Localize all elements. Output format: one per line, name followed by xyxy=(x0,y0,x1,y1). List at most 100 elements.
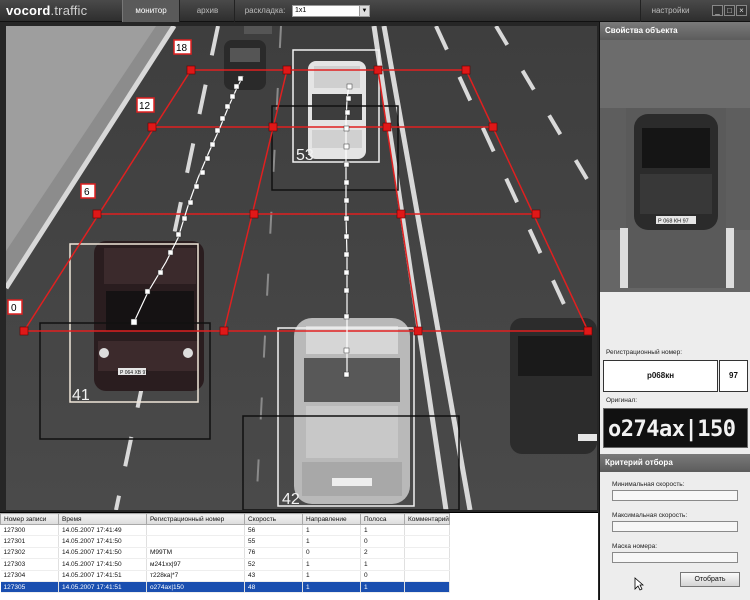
cell-lane: 1 xyxy=(360,524,405,537)
cell-time: 14.05.2007 17:41:50 xyxy=(58,558,147,571)
cell-time: 14.05.2007 17:41:51 xyxy=(58,570,147,582)
thumbnail-image: Р 068 КН 97 xyxy=(620,108,734,288)
video-frame: Р 064 ХВ 97 41 53 42 0 6 12 18 xyxy=(6,26,597,510)
cell-record-number: 127305 xyxy=(0,581,59,594)
original-label: Оригинал: xyxy=(606,397,638,404)
layout-label: раскладка: xyxy=(244,6,286,15)
cell-time: 14.05.2007 17:41:49 xyxy=(58,524,147,537)
cell-comment xyxy=(404,570,450,582)
tab-archive[interactable]: архив xyxy=(181,0,235,22)
table-row-selected[interactable]: 127305 14.05.2007 17:41:51 о274ах|150 48 1 1 xyxy=(0,581,450,594)
car-white-van xyxy=(308,61,366,159)
top-bar: vocord.traffic монитор архив раскладка: … xyxy=(0,0,750,22)
cell-direction: 0 xyxy=(302,547,361,560)
min-speed-input[interactable] xyxy=(612,490,738,501)
col-speed[interactable]: Скорость xyxy=(244,513,303,525)
cell-lane: 0 xyxy=(360,570,405,582)
cell-direction: 1 xyxy=(302,558,361,571)
col-comment[interactable]: Комментарий xyxy=(404,513,450,525)
table-row[interactable]: 127300 14.05.2007 17:41:49 56 1 1 xyxy=(0,524,450,537)
cell-speed: 56 xyxy=(244,524,303,537)
cell-regnum: о274ах|150 xyxy=(146,581,245,594)
cell-record-number: 127303 xyxy=(0,558,59,571)
cell-direction: 1 xyxy=(302,581,361,594)
thumb-plate-text: Р 068 КН 97 xyxy=(658,219,689,225)
cell-lane: 0 xyxy=(360,535,405,548)
cell-lane: 1 xyxy=(360,581,405,594)
car-dark-suv: Р 064 ХВ 97 xyxy=(94,241,204,391)
distance-mark-6: 6 xyxy=(84,187,90,198)
cell-regnum: М99ТМ xyxy=(146,547,245,560)
car-top-left xyxy=(224,40,266,90)
logo-part1: vocord xyxy=(6,3,51,18)
cell-lane: 1 xyxy=(360,558,405,571)
col-direction[interactable]: Направление xyxy=(302,513,361,525)
cell-regnum: м241хх|97 xyxy=(146,558,245,571)
table-row[interactable]: 127302 14.05.2007 17:41:50 М99ТМ 76 0 2 xyxy=(0,547,450,560)
close-button[interactable]: × xyxy=(736,5,747,16)
layout-select[interactable]: 1x1 ▼ xyxy=(292,5,370,17)
cell-comment xyxy=(404,558,450,571)
plate-mask-input[interactable] xyxy=(612,552,738,563)
regnum-label: Регистрационный номер: xyxy=(606,349,683,356)
camera-video-view[interactable]: Р 064 ХВ 97 41 53 42 0 6 12 18 xyxy=(6,26,597,510)
cell-regnum xyxy=(146,524,245,537)
original-plate-text: о274ах|150 xyxy=(608,417,736,442)
select-button[interactable]: Отобрать xyxy=(680,572,740,587)
cell-record-number: 127301 xyxy=(0,535,59,548)
col-lane[interactable]: Полоса xyxy=(360,513,405,525)
distance-mark-12: 12 xyxy=(139,101,151,112)
cell-comment xyxy=(404,535,450,548)
app-window: vocord.traffic монитор архив раскладка: … xyxy=(0,0,750,600)
vehicle-id-42: 42 xyxy=(282,491,300,508)
cell-direction: 1 xyxy=(302,524,361,537)
table-row[interactable]: 127301 14.05.2007 17:41:50 55 1 0 xyxy=(0,535,450,548)
layout-select-value: 1x1 xyxy=(295,7,307,14)
max-speed-label: Максимальная скорость: xyxy=(612,512,688,519)
col-time[interactable]: Время xyxy=(58,513,147,525)
car-silver-sedan xyxy=(294,318,410,504)
cell-speed: 55 xyxy=(244,535,303,548)
maximize-button[interactable]: □ xyxy=(724,5,735,16)
min-speed-label: Минимальная скорость: xyxy=(612,481,685,488)
cell-comment xyxy=(404,547,450,560)
vehicle-thumbnail: Р 068 КН 97 xyxy=(600,40,750,292)
cell-comment xyxy=(404,581,450,594)
col-regnum[interactable]: Регистрационный номер xyxy=(146,513,245,525)
cell-direction: 1 xyxy=(302,535,361,548)
cell-record-number: 127300 xyxy=(0,524,59,537)
cell-time: 14.05.2007 17:41:50 xyxy=(58,535,147,548)
cell-speed: 52 xyxy=(244,558,303,571)
car-dark-right xyxy=(510,318,597,454)
records-table-container: Номер записи Время Регистрационный номер… xyxy=(0,512,598,600)
cell-record-number: 127302 xyxy=(0,547,59,560)
max-speed-input[interactable] xyxy=(612,521,738,532)
original-plate-image: о274ах|150 xyxy=(603,408,748,448)
cell-speed: 48 xyxy=(244,581,303,594)
table-header-row: Номер записи Время Регистрационный номер… xyxy=(0,513,450,525)
cell-speed: 76 xyxy=(244,547,303,560)
chevron-down-icon[interactable]: ▼ xyxy=(359,6,369,16)
cell-record-number: 127304 xyxy=(0,570,59,582)
vehicle-id-53: 53 xyxy=(296,147,314,164)
table-row[interactable]: 127303 14.05.2007 17:41:50 м241хх|97 52 1 1 xyxy=(0,558,450,571)
records-table: Номер записи Время Регистрационный номер… xyxy=(0,513,450,594)
mouse-cursor-icon xyxy=(634,577,644,591)
table-row[interactable]: 127304 14.05.2007 17:41:51 т228ка|*7 43 1 0 xyxy=(0,570,450,582)
cell-speed: 43 xyxy=(244,570,303,582)
minimize-button[interactable]: _ xyxy=(712,5,723,16)
plate-mask-label: Маска номера: xyxy=(612,543,658,550)
cell-time: 14.05.2007 17:41:50 xyxy=(58,547,147,560)
filter-header: Критерий отбора xyxy=(600,454,750,472)
col-record-number[interactable]: Номер записи xyxy=(0,513,59,525)
tab-settings[interactable]: настройки xyxy=(640,0,700,22)
tab-monitor[interactable]: монитор xyxy=(122,0,180,22)
distance-mark-0: 0 xyxy=(11,303,17,314)
regnum-confidence: 97 xyxy=(719,360,748,392)
distance-mark-18: 18 xyxy=(176,43,188,54)
app-logo: vocord.traffic xyxy=(6,3,87,18)
cell-direction: 1 xyxy=(302,570,361,582)
properties-header: Свойства объекта xyxy=(600,22,750,40)
cell-regnum: т228ка|*7 xyxy=(146,570,245,582)
cell-time: 14.05.2007 17:41:51 xyxy=(58,581,147,594)
